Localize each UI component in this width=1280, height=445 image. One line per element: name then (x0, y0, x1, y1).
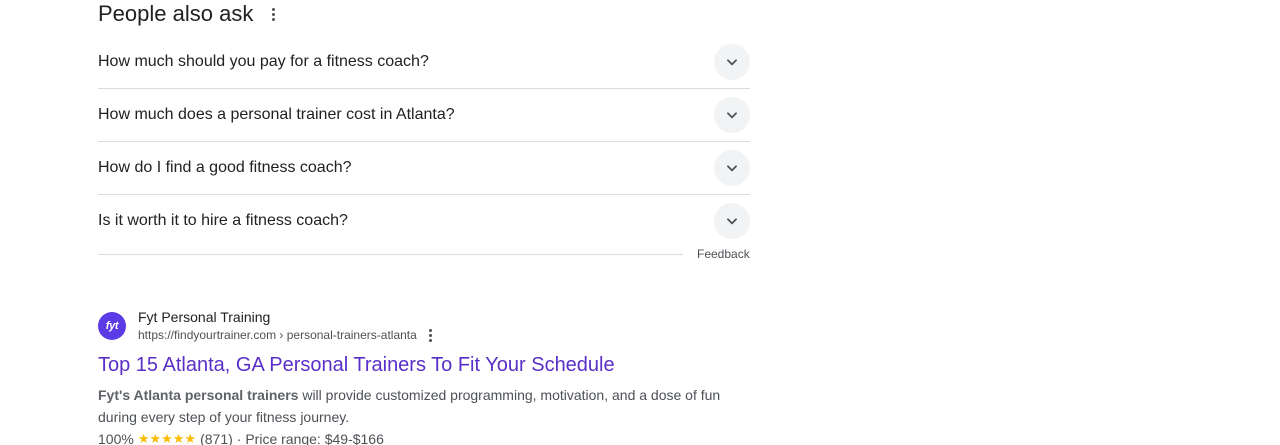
rating-count: (871) (200, 431, 233, 445)
expand-button[interactable] (714, 97, 750, 133)
people-also-ask-list: How much should you pay for a fitness co… (98, 36, 750, 247)
result-snippet: Fyt's Atlanta personal trainers will pro… (98, 384, 758, 428)
expand-button[interactable] (714, 150, 750, 186)
people-also-ask-title: People also ask (98, 1, 254, 26)
question-text: How do I find a good fitness coach? (98, 159, 352, 176)
chevron-down-icon (727, 112, 737, 119)
question-text: Is it worth it to hire a fitness coach? (98, 212, 348, 229)
snippet-text: will provide customized programming, mot… (298, 387, 721, 403)
rating-percent: 100% (98, 431, 134, 445)
result-title-link[interactable]: Top 15 Atlanta, GA Personal Trainers To … (98, 352, 758, 378)
star-rating-icon: ★★★★★ (137, 431, 197, 445)
chevron-down-icon (727, 59, 737, 66)
people-also-ask-section: People also ask How much should you pay … (98, 0, 750, 247)
result-more-icon[interactable] (425, 327, 437, 343)
result-site-row[interactable]: fyt Fyt Personal Training https://findyo… (98, 308, 758, 344)
expand-button[interactable] (714, 203, 750, 239)
chevron-down-icon (727, 218, 737, 225)
question-row[interactable]: Is it worth it to hire a fitness coach? (98, 195, 750, 247)
chevron-down-icon (727, 165, 737, 172)
people-also-ask-header: People also ask (98, 0, 750, 28)
question-text: How much does a personal trainer cost in… (98, 106, 455, 123)
rating-row: 100% ★★★★★ (871) · Price range: $49-$166 (98, 428, 758, 445)
search-result: fyt Fyt Personal Training https://findyo… (98, 308, 758, 445)
site-url-row: https://findyourtrainer.com › personal-t… (138, 326, 437, 344)
expand-button[interactable] (714, 44, 750, 80)
snippet-text-line2: during every step of your fitness journe… (98, 409, 350, 425)
more-vert-icon[interactable] (267, 4, 279, 24)
feedback-link[interactable]: Feedback (697, 247, 750, 261)
site-info: Fyt Personal Training https://findyourtr… (138, 308, 437, 344)
question-row[interactable]: How do I find a good fitness coach? (98, 142, 750, 195)
question-text: How much should you pay for a fitness co… (98, 53, 429, 70)
site-url: https://findyourtrainer.com › personal-t… (138, 328, 417, 342)
site-name: Fyt Personal Training (138, 309, 271, 325)
site-favicon: fyt (98, 312, 126, 340)
snippet-highlight: Fyt's Atlanta personal trainers (98, 387, 299, 403)
feedback-divider (98, 254, 683, 255)
question-row[interactable]: How much does a personal trainer cost in… (98, 89, 750, 142)
search-results-page: People also ask How much should you pay … (0, 0, 1280, 445)
price-range: · Price range: $49-$166 (236, 431, 384, 445)
question-row[interactable]: How much should you pay for a fitness co… (98, 36, 750, 89)
